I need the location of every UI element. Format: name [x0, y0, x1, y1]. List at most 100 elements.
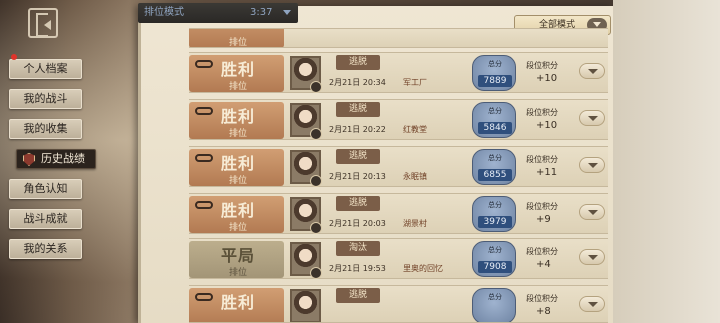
match-mode: 排位 [228, 38, 247, 48]
character-avatar [290, 289, 321, 322]
expand-button[interactable] [579, 110, 605, 126]
match-time: 2月21日 19:53 [329, 264, 386, 273]
match-map: 红教堂 [403, 125, 427, 134]
expand-button[interactable] [579, 296, 605, 312]
score-label: 总分 [488, 246, 502, 254]
match-time: 2月21日 20:34 [329, 78, 386, 87]
menu-item-my-collection[interactable]: 我的收集 [9, 119, 82, 139]
menu-item-label: 历史战绩 [41, 152, 85, 165]
menu-item-character-knowledge[interactable]: 角色认知 [9, 179, 82, 199]
character-avatar [290, 150, 322, 187]
match-result: 胜利 [220, 201, 255, 220]
score-value: 7889 [478, 75, 512, 87]
match-row[interactable]: 胜利 排位 逃脱 2月21日 20:22 红教堂 总分 5846 段位积分 +1… [189, 99, 608, 140]
exit-icon[interactable] [28, 8, 58, 38]
dropdown-icon [283, 10, 291, 15]
outcome-tag: 逃脱 [336, 149, 380, 164]
rank-delta: +4 [536, 259, 551, 270]
match-mode: 排位 [228, 223, 247, 233]
match-mode: 排位 [228, 82, 247, 92]
outcome-tag: 逃脱 [336, 55, 380, 70]
score-badge: 总分 7889 [472, 55, 516, 91]
score-label: 总分 [488, 60, 502, 68]
outcome-tag: 淘汰 [336, 241, 380, 256]
menu-item-my-battles[interactable]: 我的战斗 [9, 89, 82, 109]
match-map: 永眠镇 [403, 172, 427, 181]
menu-item-achievements[interactable]: 战斗成就 [9, 209, 82, 229]
score-badge: 总分 6855 [472, 149, 516, 185]
expand-button[interactable] [579, 157, 605, 173]
result-badge: 胜利 [189, 288, 284, 322]
hunter-icon [310, 81, 322, 93]
match-timer: 3:37 [250, 7, 273, 18]
glasses-icon [195, 107, 213, 115]
score-badge: 总分 [472, 288, 516, 322]
hunter-icon [310, 128, 322, 140]
expand-button[interactable] [579, 249, 605, 265]
rank-delta: +11 [536, 167, 558, 178]
expand-button[interactable] [579, 204, 605, 220]
result-badge: 排位 [189, 29, 284, 48]
menu-item-label: 我的收集 [23, 122, 68, 135]
glasses-icon [195, 60, 213, 68]
match-row[interactable]: 胜利 排位 逃脱 2月21日 20:34 军工厂 总分 7889 段位积分 +1… [189, 52, 608, 93]
score-label: 总分 [488, 201, 502, 209]
score-label: 总分 [488, 154, 502, 162]
glasses-icon [195, 201, 213, 209]
paper-edge [613, 0, 720, 323]
menu-item-profile[interactable]: 个人档案 [9, 59, 82, 79]
side-menu: 个人档案 我的战斗 我的收集 历史战绩 角色认知 战斗成就 我的关系 [0, 55, 100, 323]
glasses-icon [195, 154, 213, 162]
match-row[interactable]: 排位 [189, 28, 608, 48]
outcome-tag: 逃脱 [336, 102, 380, 117]
menu-item-match-history[interactable]: 历史战绩 [16, 149, 96, 169]
match-result: 胜利 [220, 60, 255, 79]
rank-delta: +8 [536, 306, 551, 317]
match-result: 胜利 [220, 154, 255, 173]
menu-item-label: 我的关系 [23, 242, 68, 255]
rank-label: 段位积分 [526, 247, 558, 256]
character-avatar [290, 56, 322, 93]
outcome-tag: 逃脱 [336, 196, 380, 211]
notification-dot [11, 54, 17, 60]
menu-item-relationships[interactable]: 我的关系 [9, 239, 82, 259]
result-badge: 胜利 排位 [189, 102, 284, 139]
character-avatar [290, 242, 322, 279]
rank-label: 段位积分 [526, 294, 558, 303]
rank-delta: +9 [536, 214, 551, 225]
match-result: 胜利 [220, 107, 255, 126]
score-label: 总分 [488, 107, 502, 115]
match-result: 平局 [220, 246, 255, 265]
match-time: 2月21日 20:22 [329, 125, 386, 134]
match-map: 湖景村 [403, 219, 427, 228]
score-label: 总分 [488, 293, 502, 301]
result-badge: 胜利 排位 [189, 149, 284, 186]
match-map: 军工厂 [403, 78, 427, 87]
mode-tab-title: 排位模式 [144, 7, 184, 18]
match-time: 2月21日 20:13 [329, 172, 386, 181]
match-row[interactable]: 胜利 排位 逃脱 2月21日 20:03 湖景村 总分 3979 段位积分 +9 [189, 193, 608, 234]
result-badge: 胜利 排位 [189, 196, 284, 233]
outcome-tag: 逃脱 [336, 288, 380, 303]
score-badge: 总分 7908 [472, 241, 516, 277]
result-badge: 胜利 排位 [189, 55, 284, 92]
match-row[interactable]: 胜利 排位 逃脱 2月21日 20:13 永眠镇 总分 6855 段位积分 +1… [189, 146, 608, 187]
hunter-icon [310, 222, 322, 234]
mode-tab[interactable]: 排位模式 3:37 [138, 3, 298, 23]
match-result: 胜利 [220, 293, 255, 312]
match-row[interactable]: 胜利 逃脱 总分 段位积分 +8 [189, 285, 608, 323]
score-value: 7908 [478, 261, 512, 273]
match-mode: 排位 [228, 176, 247, 186]
shield-badge-icon [23, 153, 35, 166]
rank-label: 段位积分 [526, 108, 558, 117]
character-avatar [290, 197, 322, 234]
character-avatar [290, 103, 322, 140]
hunter-icon [310, 267, 322, 279]
match-time: 2月21日 20:03 [329, 219, 386, 228]
expand-button[interactable] [579, 63, 605, 79]
glasses-icon [195, 293, 213, 301]
menu-item-label: 个人档案 [23, 62, 68, 75]
hunter-icon [310, 175, 322, 187]
menu-item-label: 角色认知 [23, 182, 68, 195]
match-row[interactable]: 平局 排位 淘汰 2月21日 19:53 里奥的回忆 总分 7908 段位积分 … [189, 238, 608, 279]
